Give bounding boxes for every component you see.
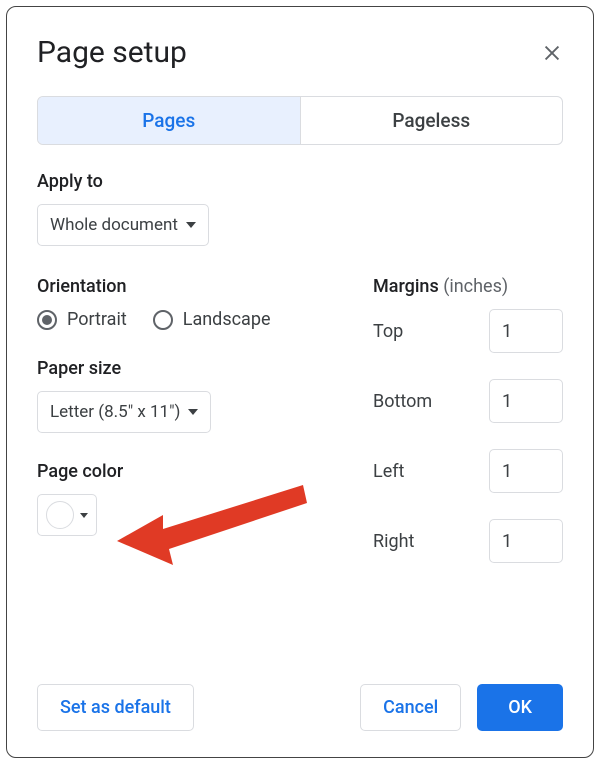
page-color-label: Page color <box>37 461 353 482</box>
orientation-section: Orientation Portrait Landscape <box>37 276 353 330</box>
cancel-button[interactable]: Cancel <box>360 684 461 731</box>
radio-landscape-label: Landscape <box>183 309 271 330</box>
page-color-picker[interactable] <box>37 494 97 536</box>
apply-to-label: Apply to <box>37 171 563 192</box>
dialog-title: Page setup <box>37 35 187 70</box>
margin-left-label: Left <box>373 461 404 482</box>
margin-right-label: Right <box>373 531 414 552</box>
paper-size-value: Letter (8.5" x 11") <box>50 402 180 422</box>
radio-portrait-label: Portrait <box>67 309 127 330</box>
chevron-down-icon <box>80 513 88 518</box>
tab-pageless[interactable]: Pageless <box>301 97 563 144</box>
radio-dot-icon <box>153 310 173 330</box>
margin-bottom-label: Bottom <box>373 391 432 412</box>
orientation-label: Orientation <box>37 276 353 297</box>
apply-to-section: Apply to Whole document <box>37 171 563 246</box>
paper-size-dropdown[interactable]: Letter (8.5" x 11") <box>37 391 211 433</box>
radio-landscape[interactable]: Landscape <box>153 309 271 330</box>
margins-unit: (inches) <box>443 276 508 297</box>
margin-top-label: Top <box>373 321 403 342</box>
page-setup-dialog: Page setup Pages Pageless Apply to Whole… <box>6 6 594 758</box>
chevron-down-icon <box>186 222 196 228</box>
margins-label: Margins (inches) <box>373 276 563 297</box>
margins-section: Margins (inches) Top Bottom Left Right <box>373 276 563 589</box>
ok-button[interactable]: OK <box>477 684 563 731</box>
margin-left-input[interactable] <box>489 449 563 493</box>
apply-to-dropdown[interactable]: Whole document <box>37 204 209 246</box>
set-as-default-button[interactable]: Set as default <box>37 684 194 731</box>
margin-right-input[interactable] <box>489 519 563 563</box>
radio-dot-icon <box>37 310 57 330</box>
close-icon[interactable] <box>541 42 563 64</box>
radio-portrait[interactable]: Portrait <box>37 309 127 330</box>
tab-pages[interactable]: Pages <box>38 97 301 144</box>
page-color-section: Page color <box>37 461 353 536</box>
margin-top-input[interactable] <box>489 309 563 353</box>
tab-bar: Pages Pageless <box>37 96 563 145</box>
dialog-header: Page setup <box>37 35 563 70</box>
margin-bottom-input[interactable] <box>489 379 563 423</box>
color-swatch-icon <box>46 501 74 529</box>
dialog-footer: Set as default Cancel OK <box>37 684 563 731</box>
apply-to-value: Whole document <box>50 215 178 235</box>
paper-size-label: Paper size <box>37 358 353 379</box>
chevron-down-icon <box>188 409 198 415</box>
paper-size-section: Paper size Letter (8.5" x 11") <box>37 358 353 433</box>
